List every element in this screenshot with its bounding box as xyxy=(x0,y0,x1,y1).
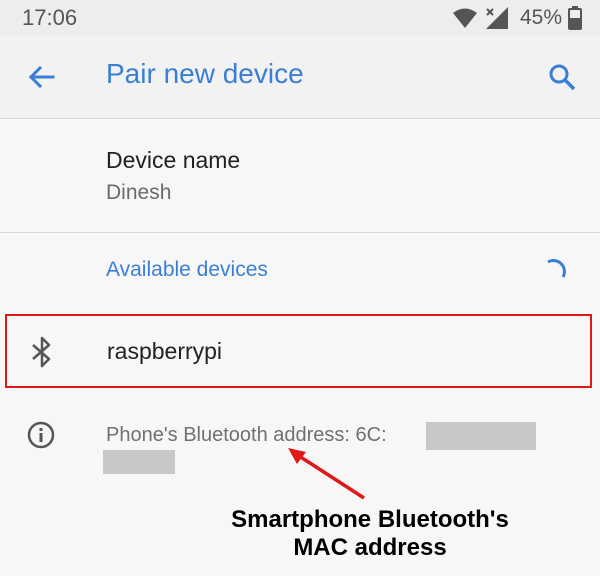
page-title: Pair new device xyxy=(106,58,304,89)
arrow-back-icon xyxy=(28,65,55,89)
search-button[interactable] xyxy=(542,57,582,97)
device-name-value: Dinesh xyxy=(106,181,172,204)
annotation-line-1: Smartphone Bluetooth's xyxy=(231,506,509,533)
wifi-icon xyxy=(452,8,477,28)
annotation-label: Smartphone Bluetooth's MAC address xyxy=(200,506,540,562)
no-signal-icon xyxy=(485,7,508,29)
battery-percent: 45% xyxy=(519,6,562,29)
available-devices-header: Available devices xyxy=(106,258,268,281)
device-name-title: Device name xyxy=(106,147,241,173)
device-name-label: raspberrypi xyxy=(107,338,223,364)
device-item-raspberrypi[interactable]: raspberrypi xyxy=(5,314,592,388)
annotation-line-2: MAC address xyxy=(293,534,447,561)
annotation-arrow xyxy=(288,448,365,500)
status-icons: 45% xyxy=(452,4,582,32)
app-bar: Pair new device xyxy=(0,36,600,119)
search-icon xyxy=(549,64,576,91)
battery-icon xyxy=(568,6,582,30)
redaction-block xyxy=(426,422,536,450)
redaction-block xyxy=(103,450,175,474)
info-icon xyxy=(27,421,55,449)
divider xyxy=(0,232,600,233)
device-name-row[interactable]: Device name Dinesh xyxy=(0,119,600,232)
loading-spinner-icon xyxy=(547,259,566,278)
status-bar: 17:06 45% xyxy=(0,0,600,36)
bluetooth-icon xyxy=(32,336,51,368)
status-time: 17:06 xyxy=(22,5,78,30)
back-button[interactable] xyxy=(22,58,60,96)
